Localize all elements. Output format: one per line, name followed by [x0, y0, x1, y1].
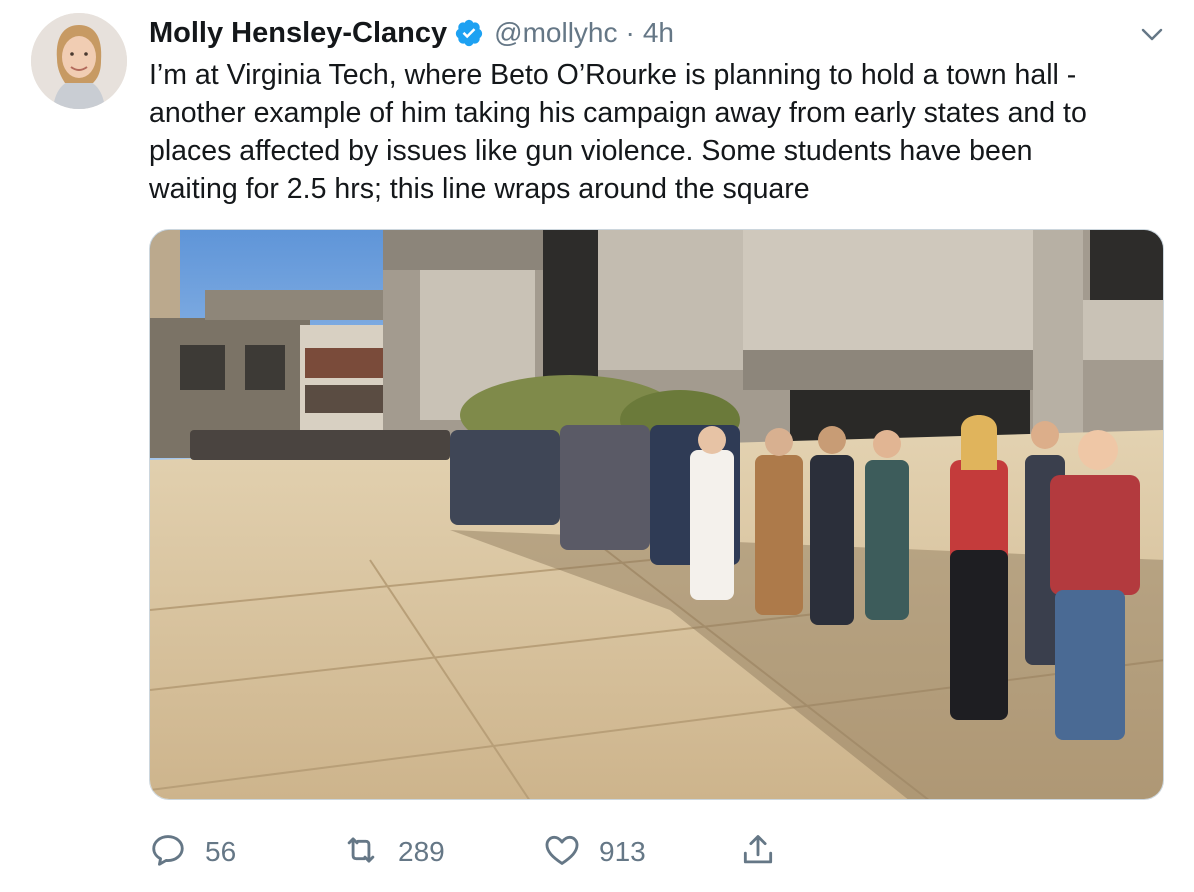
avatar[interactable]: [31, 13, 127, 109]
tweet-actions: 56 289 913: [149, 828, 849, 876]
heart-icon: [543, 831, 581, 874]
author-handle[interactable]: @mollyhc: [494, 17, 617, 49]
reply-count: 56: [205, 836, 237, 867]
retweet-count: 289: [398, 836, 445, 867]
tweet-text: I’m at Virginia Tech, where Beto O’Rourk…: [149, 59, 1087, 205]
author-name[interactable]: Molly Hensley-Clancy: [149, 17, 447, 50]
separator-dot: ·: [625, 17, 635, 48]
reply-button[interactable]: 56: [149, 828, 236, 876]
like-button[interactable]: 913: [543, 828, 646, 876]
share-icon: [739, 831, 777, 874]
tweet-photo[interactable]: [149, 229, 1164, 800]
retweet-button[interactable]: 289: [342, 828, 445, 876]
like-count: 913: [599, 836, 646, 867]
share-button[interactable]: [739, 828, 777, 876]
avatar-image: [31, 13, 127, 109]
tweet-header: Molly Hensley-Clancy @mollyhc · 4h: [149, 14, 674, 52]
verified-badge-icon: [454, 18, 484, 48]
chevron-down-icon[interactable]: [1138, 22, 1166, 46]
photo-illustration: [150, 230, 1163, 799]
reply-icon: [149, 831, 187, 874]
retweet-icon: [342, 831, 380, 874]
timestamp[interactable]: 4h: [643, 17, 674, 49]
